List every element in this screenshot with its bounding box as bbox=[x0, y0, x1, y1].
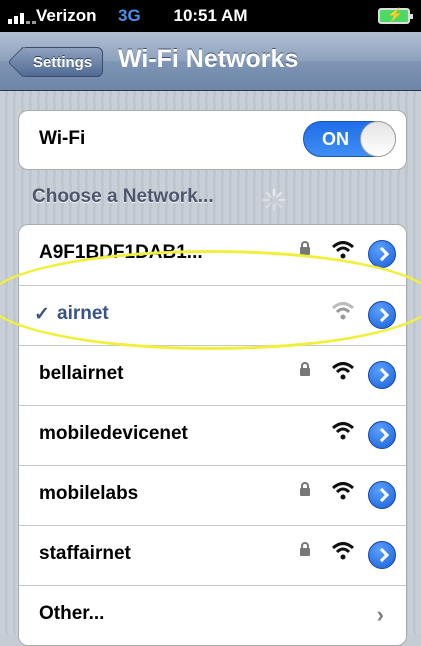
detail-disclosure-icon[interactable] bbox=[368, 361, 396, 389]
detail-disclosure-icon[interactable] bbox=[368, 541, 396, 569]
wifi-label: Wi-Fi bbox=[39, 128, 86, 149]
wifi-signal-icon bbox=[332, 302, 354, 320]
network-row[interactable]: staffairnet bbox=[19, 525, 406, 585]
battery-charging-icon: ⚡ bbox=[378, 7, 413, 24]
network-row[interactable]: mobilelabs bbox=[19, 465, 406, 525]
status-bar: Verizon 3G 10:51 AM ⚡ bbox=[0, 0, 421, 32]
loading-spinner-icon bbox=[262, 188, 286, 212]
wifi-signal-icon bbox=[332, 362, 354, 380]
network-name: staffairnet bbox=[39, 543, 131, 564]
other-network-row[interactable]: Other... › bbox=[19, 585, 406, 645]
wifi-signal-icon bbox=[332, 542, 354, 560]
network-row-selected[interactable]: ✓ airnet bbox=[19, 285, 406, 345]
lock-icon bbox=[300, 542, 310, 556]
checkmark-icon: ✓ bbox=[34, 304, 50, 325]
network-name: A9F1BDF1DAB1... bbox=[39, 242, 203, 263]
other-network-label: Other... bbox=[39, 603, 105, 624]
detail-disclosure-icon[interactable] bbox=[368, 421, 396, 449]
lock-icon bbox=[300, 362, 310, 376]
switch-knob[interactable] bbox=[360, 121, 396, 157]
wifi-toggle-group: Wi-Fi ON bbox=[18, 110, 407, 170]
status-time: 10:51 AM bbox=[173, 6, 248, 25]
wifi-signal-icon bbox=[332, 422, 354, 440]
detail-disclosure-icon[interactable] bbox=[368, 240, 396, 268]
wifi-toggle-row: Wi-Fi ON bbox=[19, 111, 406, 169]
network-row[interactable]: mobiledevicenet bbox=[19, 405, 406, 465]
network-row[interactable]: A9F1BDF1DAB1... bbox=[19, 225, 406, 285]
wifi-signal-icon bbox=[332, 241, 354, 259]
lock-icon bbox=[300, 241, 310, 255]
network-name: bellairnet bbox=[39, 363, 124, 384]
settings-back-button[interactable]: Settings bbox=[20, 47, 104, 77]
wifi-switch[interactable]: ON bbox=[303, 121, 396, 157]
section-title: Choose a Network... bbox=[32, 186, 214, 207]
network-row[interactable]: bellairnet bbox=[19, 345, 406, 405]
chevron-right-icon: › bbox=[376, 602, 384, 627]
lock-icon bbox=[300, 482, 310, 496]
network-name: mobiledevicenet bbox=[39, 423, 188, 444]
wifi-signal-icon bbox=[332, 482, 354, 500]
detail-disclosure-icon[interactable] bbox=[368, 481, 396, 509]
network-name: airnet bbox=[57, 303, 109, 324]
network-name: mobilelabs bbox=[39, 483, 139, 504]
back-button-label: Settings bbox=[33, 54, 93, 71]
network-list: A9F1BDF1DAB1... ✓ airnet bellairnet mobi… bbox=[18, 224, 407, 646]
page-title: Wi-Fi Networks bbox=[118, 45, 299, 73]
navigation-bar: Settings Wi-Fi Networks bbox=[0, 32, 421, 91]
switch-on-label: ON bbox=[322, 129, 349, 149]
detail-disclosure-icon[interactable] bbox=[368, 301, 396, 329]
